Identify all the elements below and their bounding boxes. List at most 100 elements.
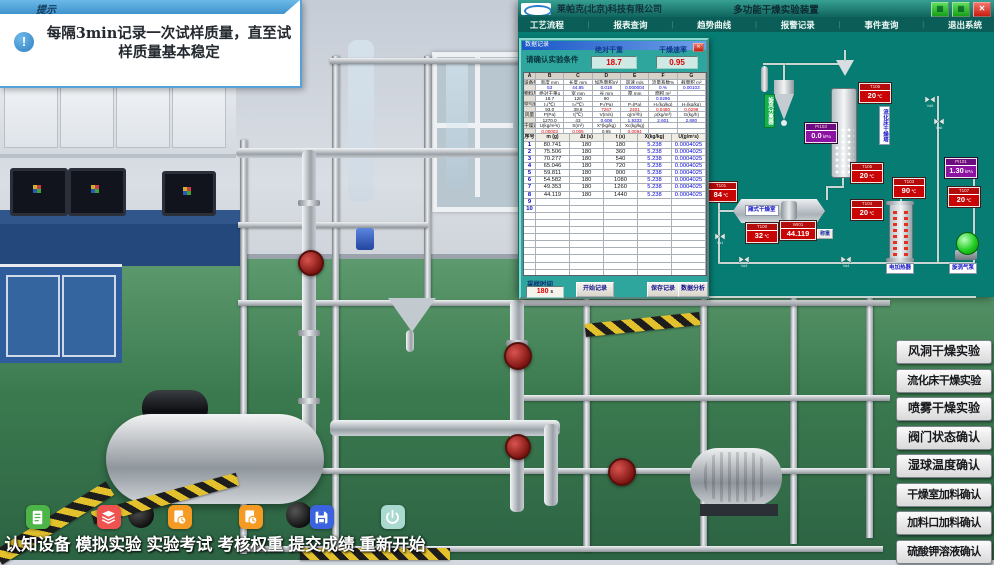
toolbar-item-1[interactable]: 认知设备 [2,505,73,555]
table-cell: 1080 [604,177,638,184]
menu-item-1[interactable]: 工艺流程 [530,19,564,31]
table-cell: 8 [524,192,536,199]
side-button-4[interactable]: 阀门状态确认 [896,426,992,450]
dialog-button-1[interactable]: 开始记录 [576,282,614,297]
toolbar-item-6[interactable]: 重新开始 [357,505,428,555]
valve-va5[interactable]: Va5 [922,96,938,108]
valve-va6[interactable]: Va6 [931,118,947,130]
table-row: 749.35318012605.2380.0004025 [524,184,706,191]
menu-separator: | [839,20,841,29]
menu-separator: | [922,20,924,29]
empty-cell [672,227,706,234]
monitor [162,171,216,216]
sample-time-value[interactable]: 180 s [526,286,564,298]
instrument-tag: T105 [852,164,882,171]
table-cell: 720 [604,163,638,170]
sample-holder [781,201,797,220]
empty-cell [524,241,536,248]
table-cell: 6 [524,177,536,184]
side-button-5[interactable]: 湿球温度确认 [896,454,992,478]
empty-cell [570,241,604,248]
table-row: 559.8111809005.2380.0004025 [524,170,706,177]
hint-title: 提示 [36,4,56,18]
side-button-6[interactable]: 干燥室加料确认 [896,483,992,507]
menu-item-5[interactable]: 事件查询 [864,19,898,31]
dry-rate-label: 干燥速率 [659,45,687,55]
toolbar-item-2[interactable]: 模拟实验 [73,505,144,555]
empty-cell [536,220,570,227]
cyclone-separator[interactable] [774,80,794,94]
table-cell: 1440 [604,192,638,199]
empty-cell [604,213,638,220]
blower-motor[interactable] [690,448,782,506]
window-title-bar: 莱帕克(北京)科技有限公司 多功能干燥实验装置 ▦ ▦ ✕ [518,0,994,17]
table-cell: 0.0004025 [672,177,706,184]
monitor [68,168,126,216]
valve-va3[interactable]: Va3 [736,256,752,268]
instrument-tag: T100 [747,224,777,231]
side-button-7[interactable]: 加料口加料确认 [896,511,992,535]
blue-pump[interactable] [356,228,374,250]
side-button-2[interactable]: 流化床干燥实验 [896,369,992,393]
valve-va1[interactable]: Va1 [712,233,728,245]
instrument-tag: WI01 [781,222,815,229]
dry-rate-value: 0.95 [656,56,698,69]
toolbar-item-5[interactable]: 提交成绩 [286,505,357,555]
table-cell: 5.238 [638,192,672,199]
instrument-tag: T104 [852,201,882,208]
empty-cell [524,270,536,276]
side-button-1[interactable]: 风洞干燥实验 [896,340,992,364]
valve-handwheel[interactable] [504,342,532,370]
data-column-header: X(kg/kg) [638,134,672,142]
menu-item-3[interactable]: 趋势曲线 [697,19,731,31]
menu-item-2[interactable]: 报表查询 [614,19,648,31]
table-cell [536,206,570,213]
valve-va4[interactable]: Va4 [838,256,854,268]
empty-row [524,213,706,220]
toolbar-item-4[interactable]: 考核权重 [215,505,286,555]
instrument-value: 0.0 kPa [806,131,836,142]
instrument-value: 20 ℃ [860,91,890,102]
cyclone-cone [774,94,794,120]
empty-row [524,227,706,234]
filter-tube [761,66,768,92]
empty-cell [570,213,604,220]
restore-button[interactable]: ▦ [952,2,970,17]
instrument-value: 1.30 kPa [946,166,976,177]
close-button[interactable]: ✕ [973,2,991,17]
table-column-headers: ABCDEFG [524,73,706,80]
maximize-button[interactable]: ▦ [931,2,949,17]
valve-handwheel[interactable] [608,458,636,486]
table-cell: 9 [524,199,536,206]
menu-item-6[interactable]: 退出系统 [948,19,982,31]
table-cell: 0.0004025 [672,142,706,149]
table-row: 654.58218010805.2380.0004025 [524,177,706,184]
dialog-button-2[interactable]: 保存记录 [647,282,679,297]
valve-handwheel[interactable] [298,250,324,276]
motor-base [700,504,778,516]
feed-hopper[interactable] [836,60,854,76]
instrument-unit: ℃ [868,211,874,216]
electric-heater[interactable] [889,204,913,261]
equipment-label: 旋涡气泵 [949,263,977,274]
riser-pipe [510,300,524,512]
empty-cell [638,234,672,241]
menu-item-4[interactable]: 报警记录 [781,19,815,31]
vortex-pump[interactable] [956,232,979,255]
toolbar-item-3[interactable]: 实验考试 [144,505,215,555]
cyclone-cone-3d [388,298,436,332]
weigh-button[interactable]: 称重 [817,229,833,239]
table-cell: 5.238 [638,184,672,191]
data-header-row: 序号m (g)Δt (s)t (s)X(kg/kg)U(g/m²s) [524,134,706,142]
equipment-label: 旋风分离器 [764,94,775,128]
side-button-3[interactable]: 喷雾干燥实验 [896,397,992,421]
dialog-close-icon[interactable]: ✕ [693,43,704,52]
empty-cell [672,213,706,220]
instrument-tag: T103 [894,179,924,186]
empty-cell [524,255,536,262]
frame-rail [238,468,890,474]
toolbar-label: 实验考试 [147,531,213,555]
dialog-button-3[interactable]: 数据分析 [678,282,708,297]
table-cell: 70.277 [536,156,570,163]
valve-handwheel[interactable] [505,434,531,460]
